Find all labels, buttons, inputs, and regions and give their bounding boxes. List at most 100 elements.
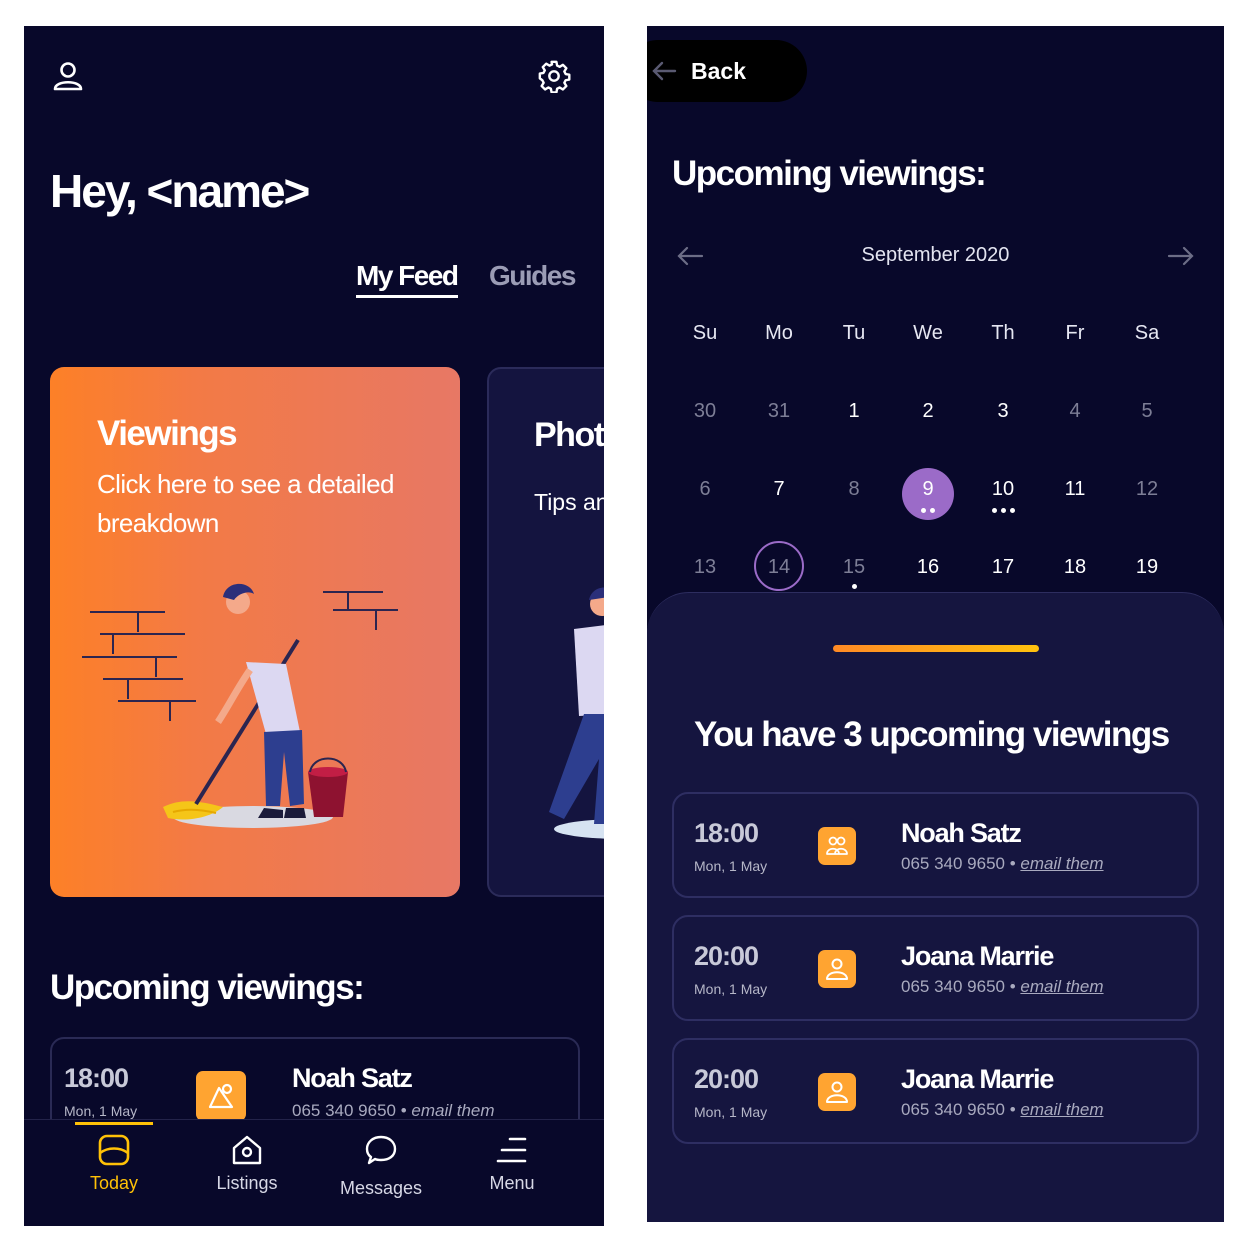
calendar-day-today[interactable]: 14 [749, 556, 809, 579]
viewing-phone: 065 340 9650 [901, 977, 1005, 996]
viewing-contact-meta: 065 340 9650 • email them [901, 1100, 1104, 1119]
viewing-date: Mon, 1 May [694, 1104, 768, 1120]
viewing-time: 20:00 [694, 1064, 759, 1094]
viewing-contact-meta: 065 340 9650 • email them [901, 977, 1104, 996]
menu-icon [496, 1137, 527, 1163]
viewing-date: Mon, 1 May [694, 858, 768, 874]
viewing-dots [973, 508, 1033, 513]
greeting-heading: Hey, <name> [50, 165, 310, 217]
nav-item-messages[interactable]: Messages [336, 1132, 426, 1199]
upcoming-viewings-heading: Upcoming viewings: [50, 968, 365, 1007]
nav-label-messages: Messages [339, 1178, 423, 1198]
calendar-day-selected[interactable]: 9 [898, 478, 958, 501]
today-icon [98, 1134, 130, 1166]
upcoming-viewings-screen: Back Upcoming viewings: September 2020 S… [647, 26, 1224, 1222]
back-button[interactable]: Back [647, 40, 807, 102]
page-title: Upcoming viewings: [672, 154, 987, 193]
nav-active-indicator [75, 1122, 153, 1125]
calendar-day[interactable]: 5 [1117, 400, 1177, 423]
month-label: September 2020 [861, 244, 1010, 266]
email-link[interactable]: email them [411, 1101, 494, 1120]
viewings-card-title: Viewings [97, 414, 238, 453]
viewing-time: 18:00 [694, 818, 759, 848]
person-icon [818, 1073, 856, 1111]
nav-item-today[interactable]: Today [74, 1132, 154, 1194]
calendar-day[interactable]: 30 [675, 400, 735, 423]
viewing-contact-name: Joana Marrie [901, 941, 1054, 971]
viewing-contact-name: Noah Satz [292, 1063, 413, 1093]
group-icon [818, 827, 856, 865]
viewing-dots [898, 508, 958, 513]
home-icon [232, 1135, 262, 1165]
nav-item-menu[interactable]: Menu [472, 1132, 552, 1194]
viewing-type-icon [196, 1071, 246, 1121]
calendar-day[interactable]: 4 [1045, 400, 1105, 423]
sheet-drag-handle[interactable] [833, 645, 1039, 652]
arrow-left-icon [652, 61, 677, 81]
viewing-card[interactable]: 20:00 Mon, 1 May Joana Marrie 065 340 96… [672, 1038, 1199, 1144]
today-screen: Hey, <name> My Feed Guides Viewings Clic… [24, 26, 604, 1226]
calendar-day[interactable]: 31 [749, 400, 809, 423]
calendar-day[interactable]: 16 [898, 556, 958, 579]
tab-guides[interactable]: Guides [489, 260, 576, 292]
back-label: Back [691, 57, 746, 84]
calendar-day[interactable]: 12 [1117, 478, 1177, 501]
weekday-mo: Mo [765, 322, 793, 344]
calendar-day[interactable]: 3 [973, 400, 1033, 423]
calendar-day[interactable]: 11 [1045, 478, 1105, 501]
email-link[interactable]: email them [1020, 977, 1103, 996]
viewing-phone: 065 340 9650 [901, 854, 1005, 873]
viewing-time: 20:00 [694, 941, 759, 971]
calendar-day[interactable]: 10 [973, 478, 1033, 501]
settings-gear-icon[interactable] [534, 56, 574, 96]
calendar-day[interactable]: 18 [1045, 556, 1105, 579]
email-link[interactable]: email them [1020, 854, 1103, 873]
email-link[interactable]: email them [1020, 1100, 1103, 1119]
viewing-date: Mon, 1 May [694, 981, 768, 997]
calendar-day[interactable]: 2 [898, 400, 958, 423]
calendar-day[interactable]: 8 [824, 478, 884, 501]
photos-card[interactable]: Photos Tips and tricks for selling [487, 367, 604, 897]
photographer-illustration [549, 587, 604, 839]
photos-card-title: Photos [534, 416, 604, 454]
nav-label-listings: Listings [216, 1173, 278, 1193]
calendar-day[interactable]: 15 [824, 556, 884, 579]
weekday-su: Su [692, 322, 718, 344]
nav-item-listings[interactable]: Listings [207, 1132, 287, 1194]
viewing-dots [824, 584, 884, 589]
weekday-tu: Tu [842, 322, 866, 344]
viewing-contact-name: Joana Marrie [901, 1064, 1054, 1094]
calendar-day[interactable]: 13 [675, 556, 735, 579]
calendar-day[interactable]: 6 [675, 478, 735, 501]
next-month-arrow-icon[interactable] [1166, 241, 1196, 271]
weekday-fr: Fr [1065, 322, 1085, 344]
profile-icon[interactable] [48, 56, 88, 96]
chat-icon [365, 1135, 397, 1165]
viewing-contact-name: Noah Satz [901, 818, 1022, 848]
tab-my-feed[interactable]: My Feed [356, 260, 459, 298]
viewing-phone: 065 340 9650 [901, 1100, 1005, 1119]
nav-label-today: Today [89, 1173, 139, 1193]
viewing-card[interactable]: 18:00 Mon, 1 May Noah Satz 065 340 9650 … [672, 792, 1199, 898]
calendar-day[interactable]: 1 [824, 400, 884, 423]
calendar-day[interactable]: 19 [1117, 556, 1177, 579]
viewing-contact-meta: 065 340 9650 • email them [292, 1101, 495, 1120]
weekday-sa: Sa [1134, 322, 1160, 344]
cleaning-person-illustration [82, 583, 398, 828]
weekday-th: Th [991, 322, 1015, 344]
sheet-title: You have 3 upcoming viewings [694, 715, 1170, 754]
viewing-date: Mon, 1 May [64, 1103, 138, 1119]
viewing-time: 18:00 [64, 1063, 129, 1093]
viewing-phone: 065 340 9650 [292, 1101, 396, 1120]
weekday-we: We [913, 322, 943, 344]
viewing-contact-meta: 065 340 9650 • email them [901, 854, 1104, 873]
viewings-bottom-sheet: You have 3 upcoming viewings 18:00 Mon, … [647, 592, 1224, 1222]
nav-label-menu: Menu [489, 1173, 535, 1193]
calendar-day[interactable]: 7 [749, 478, 809, 501]
viewings-card-subtitle: Click here to see a detailed breakdown [97, 469, 394, 538]
photos-card-subtitle: Tips and tricks for selling [534, 489, 604, 515]
viewing-card[interactable]: 20:00 Mon, 1 May Joana Marrie 065 340 96… [672, 915, 1199, 1021]
calendar-day[interactable]: 17 [973, 556, 1033, 579]
viewings-card[interactable]: Viewings Click here to see a detailed br… [50, 367, 460, 897]
person-icon [818, 950, 856, 988]
